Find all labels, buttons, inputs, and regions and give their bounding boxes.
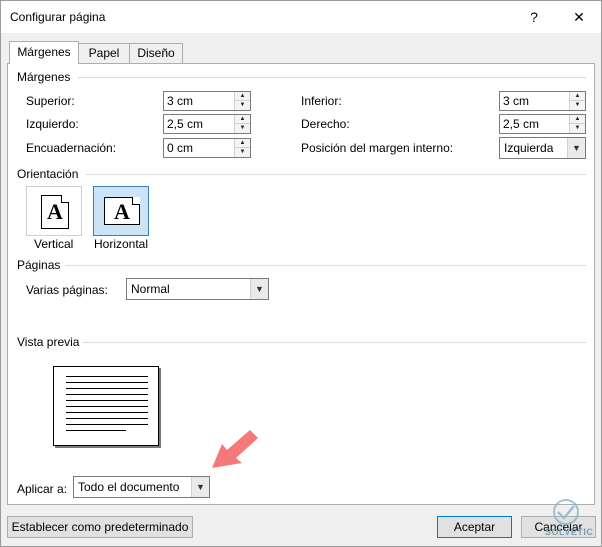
page-glyph: A <box>114 199 130 224</box>
izquierdo-value: 2,5 cm <box>167 117 204 131</box>
spin-up-icon[interactable]: ▲ <box>235 139 250 148</box>
varias-paginas-label: Varias páginas: <box>26 283 108 297</box>
section-divider <box>83 342 586 343</box>
preview-text-line <box>66 430 126 431</box>
aplicar-a-select[interactable]: Todo el documento ▼ <box>73 476 210 498</box>
preview-section-label: Vista previa <box>17 335 80 349</box>
posicion-margen-value: Izquierda <box>504 141 554 155</box>
derecho-value: 2,5 cm <box>503 117 540 131</box>
spin-buttons: ▲ ▼ <box>569 115 585 133</box>
page-fold-icon <box>132 197 140 205</box>
spin-down-icon[interactable]: ▼ <box>235 124 250 133</box>
page-preview <box>53 366 159 446</box>
superior-spinner[interactable]: 3 cm ▲ ▼ <box>163 91 251 111</box>
section-divider <box>78 77 586 78</box>
help-icon[interactable]: ? <box>519 6 549 28</box>
aplicar-a-value: Todo el documento <box>78 480 180 494</box>
orientation-horizontal-button[interactable]: A <box>93 186 149 236</box>
aplicar-a-label: Aplicar a: <box>17 482 68 496</box>
watermark-logo-icon <box>553 499 579 525</box>
accept-button[interactable]: Aceptar <box>437 516 512 538</box>
preview-text-line <box>66 406 148 407</box>
spin-buttons: ▲ ▼ <box>234 92 250 110</box>
tab-diseno[interactable]: Diseño <box>129 43 183 63</box>
horizontal-label: Horizontal <box>94 237 149 251</box>
encuadernacion-spinner[interactable]: 0 cm ▲ ▼ <box>163 138 251 158</box>
derecho-spinner[interactable]: 2,5 cm ▲ ▼ <box>499 114 586 134</box>
vertical-label: Vertical <box>34 237 74 251</box>
spin-down-icon[interactable]: ▼ <box>570 124 585 133</box>
izquierdo-spinner[interactable]: 2,5 cm ▲ ▼ <box>163 114 251 134</box>
superior-value: 3 cm <box>167 94 194 108</box>
spin-up-icon[interactable]: ▲ <box>235 92 250 101</box>
page-setup-dialog: Configurar página ? ✕ Márgenes Papel Dis… <box>0 0 602 547</box>
spin-buttons: ▲ ▼ <box>234 115 250 133</box>
preview-text-line <box>66 418 148 419</box>
preview-text-line <box>66 376 148 377</box>
preview-text-line <box>66 400 148 401</box>
section-divider <box>65 265 586 266</box>
set-default-button[interactable]: Establecer como predeterminado <box>7 516 193 538</box>
preview-text-line <box>66 394 148 395</box>
derecho-label: Derecho: <box>301 117 350 131</box>
close-icon[interactable]: ✕ <box>564 6 594 28</box>
preview-text-line <box>66 424 148 425</box>
spin-buttons: ▲ ▼ <box>234 139 250 157</box>
solvetic-watermark: SOLVETIC <box>537 497 595 545</box>
varias-paginas-value: Normal <box>131 282 170 296</box>
posicion-margen-select[interactable]: Izquierda ▼ <box>499 137 586 159</box>
orientation-section-label: Orientación <box>17 167 79 181</box>
pages-section-label: Páginas <box>17 258 61 272</box>
spin-up-icon[interactable]: ▲ <box>570 92 585 101</box>
spin-down-icon[interactable]: ▼ <box>570 101 585 110</box>
inferior-value: 3 cm <box>503 94 530 108</box>
spin-up-icon[interactable]: ▲ <box>570 115 585 124</box>
encuadernacion-label: Encuadernación: <box>26 141 117 155</box>
superior-label: Superior: <box>26 94 75 108</box>
orientation-vertical-button[interactable]: A <box>26 186 82 236</box>
izquierdo-label: Izquierdo: <box>26 117 79 131</box>
section-divider <box>86 174 586 175</box>
spin-down-icon[interactable]: ▼ <box>235 101 250 110</box>
tab-margenes[interactable]: Márgenes <box>9 41 79 64</box>
page-fold-icon <box>61 195 69 203</box>
pointer-arrow-icon <box>212 430 258 468</box>
inferior-label: Inferior: <box>301 94 342 108</box>
spin-down-icon[interactable]: ▼ <box>235 148 250 157</box>
spin-up-icon[interactable]: ▲ <box>235 115 250 124</box>
preview-text-line <box>66 388 148 389</box>
varias-paginas-select[interactable]: Normal ▼ <box>126 278 269 300</box>
window-title: Configurar página <box>10 10 106 24</box>
watermark-text: SOLVETIC <box>545 527 594 537</box>
encuadernacion-value: 0 cm <box>167 141 194 155</box>
preview-text-line <box>66 412 148 413</box>
preview-text-line <box>66 382 148 383</box>
inferior-spinner[interactable]: 3 cm ▲ ▼ <box>499 91 586 111</box>
posicion-margen-label: Posición del margen interno: <box>301 141 454 155</box>
spin-buttons: ▲ ▼ <box>569 92 585 110</box>
tab-panel-margenes: Márgenes Superior: 3 cm ▲ ▼ Izquierdo: 2… <box>7 63 595 505</box>
title-bar: Configurar página ? ✕ <box>1 1 601 33</box>
margins-section-label: Márgenes <box>17 70 71 84</box>
chevron-down-icon[interactable]: ▼ <box>191 477 209 497</box>
tab-papel[interactable]: Papel <box>78 43 130 63</box>
chevron-down-icon[interactable]: ▼ <box>250 279 268 299</box>
chevron-down-icon[interactable]: ▼ <box>567 138 585 158</box>
